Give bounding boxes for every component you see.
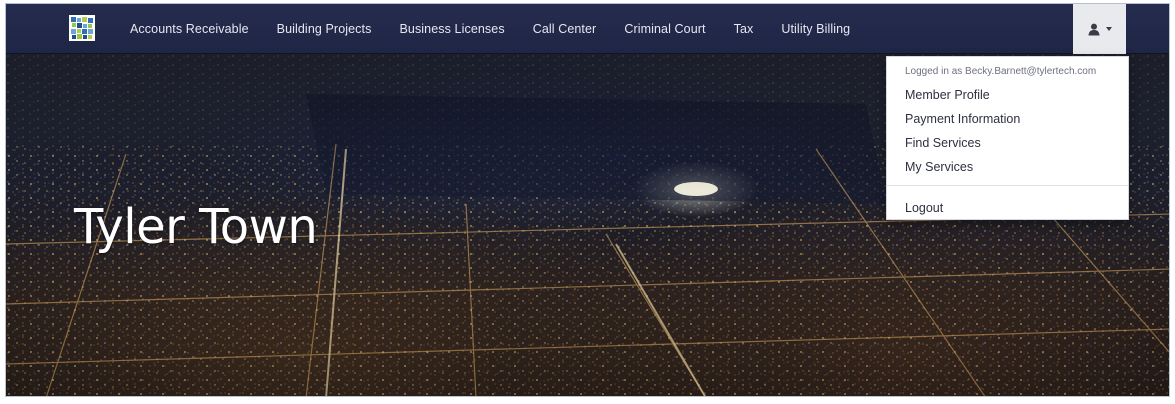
- menu-item-member-profile[interactable]: Member Profile: [905, 88, 990, 102]
- app-frame: Accounts Receivable Building Projects Bu…: [5, 3, 1170, 397]
- top-navbar: Accounts Receivable Building Projects Bu…: [6, 4, 1169, 54]
- caret-down-icon: [1105, 27, 1112, 31]
- nav-item-building-projects[interactable]: Building Projects: [263, 4, 386, 54]
- hero-title: Tyler Town: [74, 199, 318, 255]
- nav-item-call-center[interactable]: Call Center: [519, 4, 611, 54]
- menu-divider: [887, 185, 1128, 186]
- nav-menu: Accounts Receivable Building Projects Bu…: [116, 4, 864, 54]
- menu-item-payment-information[interactable]: Payment Information: [905, 112, 1020, 126]
- nav-item-accounts-receivable[interactable]: Accounts Receivable: [116, 4, 263, 54]
- menu-item-find-services[interactable]: Find Services: [905, 136, 981, 150]
- nav-item-business-licenses[interactable]: Business Licenses: [385, 4, 518, 54]
- nav-item-criminal-court[interactable]: Criminal Court: [610, 4, 719, 54]
- user-icon: [1088, 23, 1102, 36]
- user-dropdown-menu: Logged in as Becky.Barnett@tylertech.com…: [886, 56, 1129, 220]
- tyler-logo-icon[interactable]: [68, 14, 96, 42]
- logout-button[interactable]: Logout: [905, 201, 943, 215]
- user-menu-toggle[interactable]: [1073, 4, 1126, 54]
- logged-in-status: Logged in as Becky.Barnett@tylertech.com: [905, 66, 1097, 77]
- menu-item-my-services[interactable]: My Services: [905, 160, 973, 174]
- nav-item-tax[interactable]: Tax: [720, 4, 768, 54]
- nav-item-utility-billing[interactable]: Utility Billing: [767, 4, 864, 54]
